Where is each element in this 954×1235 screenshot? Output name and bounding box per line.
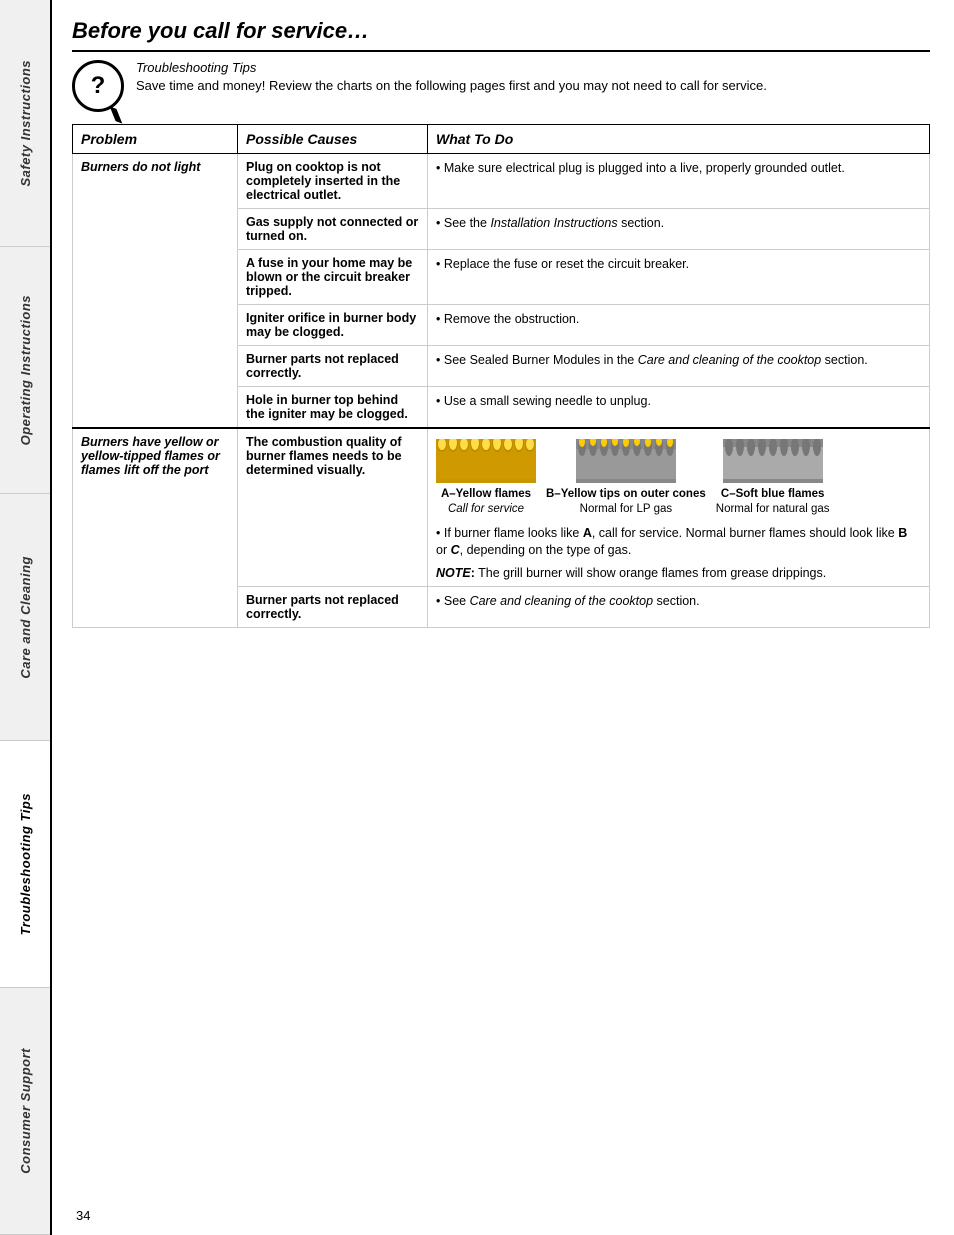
flame-image-blue: [723, 439, 823, 483]
flame-c-label: C–Soft blue flames: [716, 487, 830, 502]
italic-text: Care and cleaning of the cooktop: [470, 594, 653, 608]
sidebar-tab-care-label: Care and Cleaning: [18, 556, 33, 679]
what-cell: Remove the obstruction.: [428, 305, 930, 346]
sidebar-tab-safety-label: Safety Instructions: [18, 60, 33, 187]
cause-cell: Gas supply not connected or turned on.: [238, 209, 428, 250]
sidebar-tab-care[interactable]: Care and Cleaning: [0, 494, 50, 741]
what-item: Use a small sewing needle to unplug.: [436, 393, 921, 411]
tips-header: ? Troubleshooting Tips Save time and mon…: [72, 60, 930, 112]
what-item-flames: If burner flame looks like A, call for s…: [436, 525, 921, 560]
sidebar-tab-troubleshooting-label: Troubleshooting Tips: [18, 793, 33, 935]
what-cell-flames: A–Yellow flames Call for service: [428, 428, 930, 586]
main-content: Before you call for service… ? Troublesh…: [52, 0, 954, 1235]
problem-cell-burners-light: Burners do not light: [73, 154, 238, 429]
flame-box-blue: C–Soft blue flames Normal for natural ga…: [716, 439, 830, 517]
table-header-row: Problem Possible Causes What To Do: [73, 125, 930, 154]
page-title: Before you call for service…: [72, 18, 930, 52]
what-cell: Replace the fuse or reset the circuit br…: [428, 250, 930, 305]
what-cell: Make sure electrical plug is plugged int…: [428, 154, 930, 209]
sidebar-tab-consumer-label: Consumer Support: [18, 1048, 33, 1174]
cause-cell: Plug on cooktop is not completely insert…: [238, 154, 428, 209]
flame-box-yellow: A–Yellow flames Call for service: [436, 439, 536, 517]
table-row: Burners have yellow or yellow-tipped fla…: [73, 428, 930, 586]
tips-body: Save time and money! Review the charts o…: [136, 78, 767, 93]
cause-cell: A fuse in your home may be blown or the …: [238, 250, 428, 305]
cause-cell: Burner parts not replaced correctly.: [238, 346, 428, 387]
cause-cell: Igniter orifice in burner body may be cl…: [238, 305, 428, 346]
what-cell: Use a small sewing needle to unplug.: [428, 387, 930, 429]
what-item: See the Installation Instructions sectio…: [436, 215, 921, 233]
page-wrapper: Safety Instructions Operating Instructio…: [0, 0, 954, 1235]
flame-label-blue: C–Soft blue flames Normal for natural ga…: [716, 487, 830, 517]
bold-b: B: [898, 526, 907, 540]
what-cell: See the Installation Instructions sectio…: [428, 209, 930, 250]
bold-c: C: [451, 543, 460, 557]
tips-icon: ?: [72, 60, 124, 112]
main-table: Problem Possible Causes What To Do Burne…: [72, 124, 930, 628]
flame-a-sub: Call for service: [441, 502, 531, 517]
problem-cell-yellow-flames: Burners have yellow or yellow-tipped fla…: [73, 428, 238, 627]
cause-cell: Burner parts not replaced correctly.: [238, 586, 428, 627]
sidebar-tab-safety[interactable]: Safety Instructions: [0, 0, 50, 247]
bold-a: A: [583, 526, 592, 540]
what-item: Remove the obstruction.: [436, 311, 921, 329]
flame-images: A–Yellow flames Call for service: [436, 439, 921, 517]
cause-cell: Hole in burner top behind the igniter ma…: [238, 387, 428, 429]
note-text: NOTE: The grill burner will show orange …: [436, 566, 921, 580]
italic-text: Care and cleaning of the cooktop: [638, 353, 821, 367]
flame-a-label: A–Yellow flames: [441, 487, 531, 502]
what-item: Replace the fuse or reset the circuit br…: [436, 256, 921, 274]
flame-label-yellow: A–Yellow flames Call for service: [441, 487, 531, 517]
what-item: See Care and cleaning of the cooktop sec…: [436, 593, 921, 611]
flame-b-label: B–Yellow tips on outer cones: [546, 487, 706, 502]
cause-cell: The combustion quality of burner flames …: [238, 428, 428, 586]
flame-what-list: If burner flame looks like A, call for s…: [436, 525, 921, 560]
flame-box-yellow-tips: B–Yellow tips on outer cones Normal for …: [546, 439, 706, 517]
tips-text: Troubleshooting Tips Save time and money…: [136, 60, 767, 93]
sidebar-tab-operating-label: Operating Instructions: [18, 295, 33, 445]
page-number: 34: [76, 1208, 90, 1223]
flame-image-yellow-tips: [576, 439, 676, 483]
what-item: Make sure electrical plug is plugged int…: [436, 160, 921, 178]
col-header-problem: Problem: [73, 125, 238, 154]
note-bold: NOTE:: [436, 566, 475, 580]
sidebar: Safety Instructions Operating Instructio…: [0, 0, 52, 1235]
flame-image-yellow: [436, 439, 536, 483]
flame-b-sub: Normal for LP gas: [546, 502, 706, 517]
flame-c-sub: Normal for natural gas: [716, 502, 830, 517]
italic-text: Installation Instructions: [490, 216, 617, 230]
col-header-causes: Possible Causes: [238, 125, 428, 154]
problem-label: Burners have yellow or yellow-tipped fla…: [81, 435, 220, 477]
tips-title: Troubleshooting Tips: [136, 60, 767, 75]
sidebar-tab-troubleshooting[interactable]: Troubleshooting Tips: [0, 741, 50, 988]
table-row: Burners do not light Plug on cooktop is …: [73, 154, 930, 209]
sidebar-tab-consumer[interactable]: Consumer Support: [0, 988, 50, 1235]
flame-label-yellow-tips: B–Yellow tips on outer cones Normal for …: [546, 487, 706, 517]
what-item: See Sealed Burner Modules in the Care an…: [436, 352, 921, 370]
what-cell: See Sealed Burner Modules in the Care an…: [428, 346, 930, 387]
problem-label: Burners do not light: [81, 160, 200, 174]
col-header-what: What To Do: [428, 125, 930, 154]
sidebar-tab-operating[interactable]: Operating Instructions: [0, 247, 50, 494]
what-cell: See Care and cleaning of the cooktop sec…: [428, 586, 930, 627]
